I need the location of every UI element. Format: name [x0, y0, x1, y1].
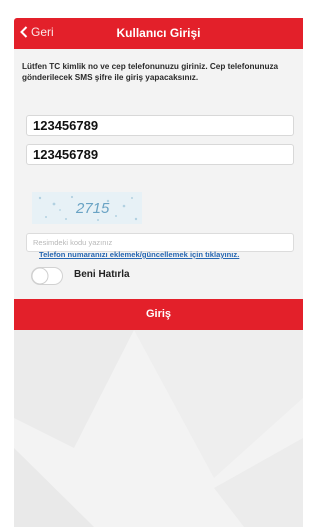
captcha-image: 2715: [32, 192, 142, 224]
update-phone-link[interactable]: Telefon numaranızı eklemek/güncellemek i…: [39, 250, 239, 259]
login-button[interactable]: Giriş: [14, 299, 303, 330]
instructions-text: Lütfen TC kimlik no ve cep telefonunuzu …: [22, 62, 279, 83]
remember-toggle[interactable]: [31, 267, 63, 285]
captcha-code: 2715: [75, 200, 110, 217]
remember-label: Beni Hatırla: [74, 269, 130, 280]
top-bar: Geri Kullanıcı Girişi: [14, 18, 303, 49]
tc-number-input[interactable]: 123456789: [26, 115, 294, 136]
page-title: Kullanıcı Girişi: [116, 26, 201, 40]
phone-input[interactable]: 123456789: [26, 144, 294, 165]
app-screen: Geri Kullanıcı Girişi Lütfen TC kimlik n…: [14, 18, 303, 527]
